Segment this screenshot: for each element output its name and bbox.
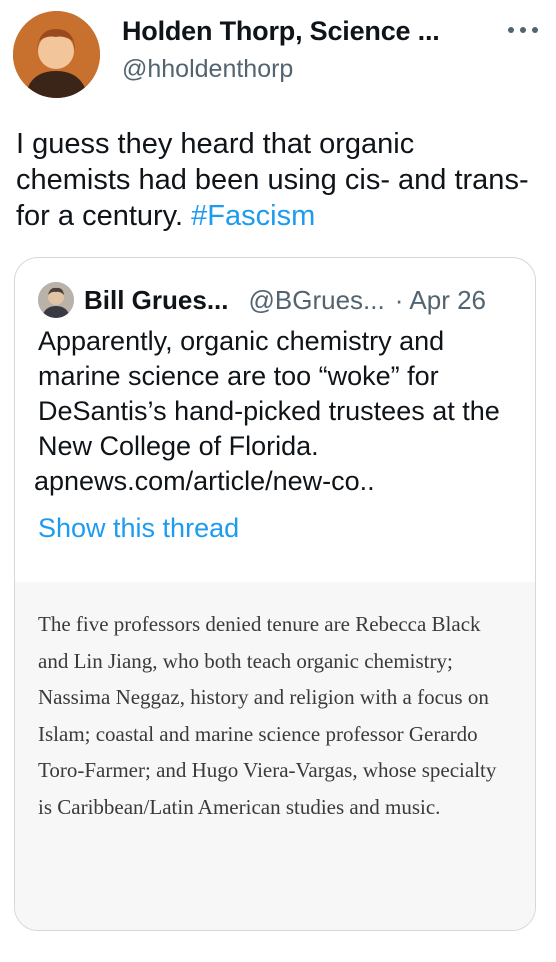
author-avatar[interactable] <box>13 11 100 98</box>
quoted-author-handle[interactable]: @BGrues... <box>249 285 385 316</box>
dot-icon <box>520 27 526 33</box>
dot-separator: · <box>394 284 404 315</box>
tweet-text: I guess they heard that organic chemists… <box>16 126 536 234</box>
quoted-tweet-card[interactable]: Bill Grues... @BGrues... · Apr 26 Appare… <box>14 257 536 931</box>
quoted-tweet-header: Bill Grues... @BGrues... · Apr 26 <box>38 282 486 318</box>
quoted-tweet-text: Apparently, organic chemistry and marine… <box>34 324 518 499</box>
quoted-tweet-body: Apparently, organic chemistry and marine… <box>38 326 500 461</box>
author-handle[interactable]: @hholdenthorp <box>122 55 293 84</box>
author-display-name[interactable]: Holden Thorp, Science ... <box>122 16 440 47</box>
quoted-tweet-date[interactable]: Apr 26 <box>409 285 486 316</box>
article-link[interactable]: apnews.com/article/new-co.. <box>34 464 518 499</box>
quoted-image[interactable]: The five professors denied tenure are Re… <box>15 578 535 930</box>
show-thread-link[interactable]: Show this thread <box>38 513 239 544</box>
hashtag-link[interactable]: #Fascism <box>191 200 315 232</box>
quoted-author-name[interactable]: Bill Grues... <box>84 285 229 316</box>
more-options-button[interactable] <box>508 20 538 40</box>
quoted-image-text: The five professors denied tenure are Re… <box>38 612 497 819</box>
quoted-author-avatar[interactable] <box>38 282 74 318</box>
dot-icon <box>532 27 538 33</box>
dot-icon <box>508 27 514 33</box>
